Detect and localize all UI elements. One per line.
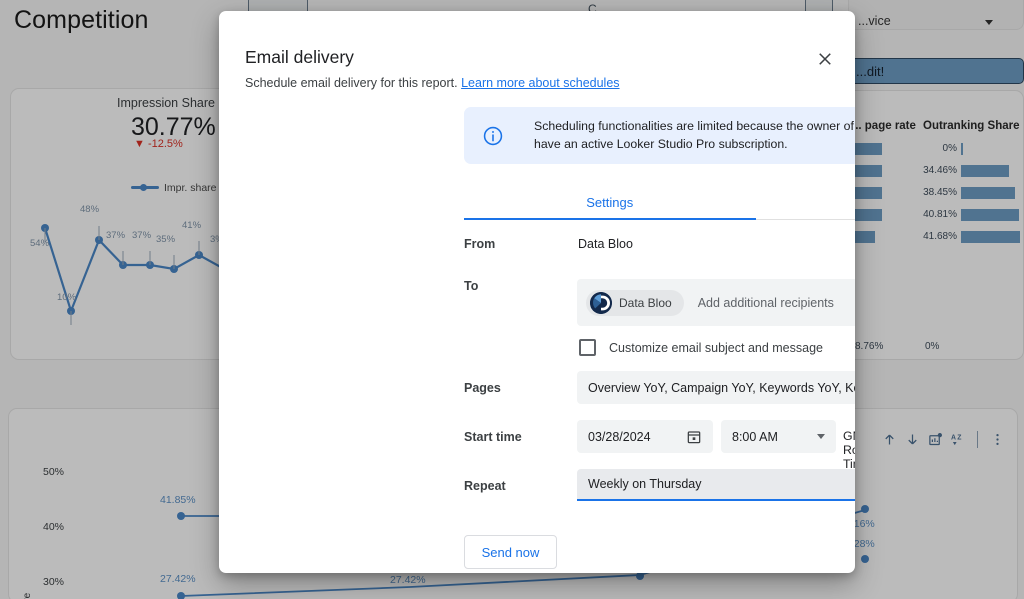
dialog-subtitle-text: Schedule email delivery for this report. (245, 76, 458, 90)
start-date-input[interactable]: 03/28/2024 (577, 420, 713, 453)
pro-subscription-notice: Scheduling functionalities are limited b… (464, 107, 855, 164)
customize-email-label: Customize email subject and message (609, 341, 823, 355)
notice-text: Scheduling functionalities are limited b… (534, 118, 855, 154)
from-value: Data Bloo (578, 237, 633, 251)
send-now-label: Send now (482, 545, 540, 560)
customize-email-checkbox-row[interactable]: Customize email subject and message (579, 339, 823, 356)
dialog-tabs: Settings Filters (464, 187, 855, 220)
recipients-field[interactable]: Data Bloo Add additional recipients (577, 279, 855, 326)
from-label: From (464, 237, 495, 251)
to-label: To (464, 279, 478, 293)
repeat-select[interactable]: Weekly on Thursday (577, 469, 855, 501)
pages-label: Pages (464, 381, 501, 395)
recipient-chip[interactable]: Data Bloo (586, 290, 684, 316)
send-now-button[interactable]: Send now (464, 535, 557, 569)
email-delivery-dialog: Email delivery Schedule email delivery f… (219, 11, 855, 573)
dialog-subtitle: Schedule email delivery for this report.… (245, 76, 620, 90)
customize-email-checkbox[interactable] (579, 339, 596, 356)
dialog-title: Email delivery (245, 47, 354, 68)
learn-more-link[interactable]: Learn more about schedules (461, 76, 619, 90)
repeat-label: Repeat (464, 479, 506, 493)
tab-filters[interactable]: Filters (756, 187, 856, 219)
start-time-select[interactable]: 8:00 AM (721, 420, 836, 453)
avatar (590, 292, 612, 314)
chevron-down-icon (817, 434, 825, 439)
recipient-chip-name: Data Bloo (619, 296, 672, 310)
screen: Competition ... C ...vice ...dit! Impres… (0, 0, 1024, 599)
tab-settings-label: Settings (586, 195, 633, 210)
pages-select[interactable]: Overview YoY, Campaign YoY, Keywords YoY… (577, 371, 855, 404)
info-circle-icon (482, 125, 504, 147)
close-icon[interactable] (813, 47, 837, 71)
tab-settings[interactable]: Settings (464, 187, 756, 219)
recipients-placeholder: Add additional recipients (698, 296, 834, 310)
calendar-icon[interactable] (686, 429, 702, 445)
timezone-value: GMT+02:00 Romania Time (843, 429, 855, 471)
start-date-value: 03/28/2024 (588, 430, 651, 444)
repeat-select-value: Weekly on Thursday (588, 477, 701, 491)
pages-select-value: Overview YoY, Campaign YoY, Keywords YoY… (588, 381, 855, 395)
start-time-value: 8:00 AM (732, 430, 778, 444)
start-time-label: Start time (464, 430, 522, 444)
